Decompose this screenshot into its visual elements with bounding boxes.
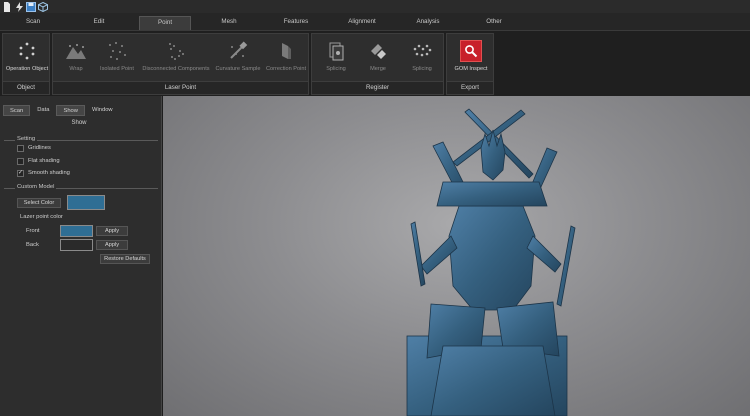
curvature-sample-button[interactable]: Curvature Sample <box>213 38 263 80</box>
front-color-swatch[interactable] <box>60 225 93 237</box>
view-cube-icon[interactable] <box>38 1 48 12</box>
merge-icon <box>367 40 389 62</box>
side-panel: Scan Data Show Window Show Setting Gridl… <box>0 96 162 416</box>
new-file-icon[interactable] <box>2 1 12 12</box>
merge-label: Merge <box>370 66 386 72</box>
disconnected-components-icon <box>165 40 187 62</box>
splicing-points-icon <box>411 40 433 62</box>
ribbon: Operation Object Object Wrap Isolated Po… <box>0 30 750 96</box>
gom-inspect-label: GOM Inspect <box>454 66 488 72</box>
3d-viewport[interactable] <box>163 96 750 416</box>
select-color-button[interactable]: Select Color <box>17 198 61 208</box>
splicing-button-2[interactable]: Splicing <box>402 38 442 80</box>
tab-mesh[interactable]: Mesh <box>217 16 241 30</box>
flat-shading-checkbox[interactable] <box>17 158 24 165</box>
correction-point-button[interactable]: Correction Point <box>264 38 308 80</box>
splicing-label: Splicing <box>326 66 346 72</box>
ribbon-group-object: Operation Object Object <box>2 33 50 95</box>
back-apply-button[interactable]: Apply <box>96 240 128 250</box>
tab-analysis[interactable]: Analysis <box>413 16 443 30</box>
laser-point-color-label: Lazer point color <box>20 214 63 220</box>
isolated-point-button[interactable]: Isolated Point <box>97 38 137 80</box>
panel-tab-data[interactable]: Data <box>31 105 56 116</box>
tab-scan[interactable]: Scan <box>22 16 44 30</box>
disconnected-components-button[interactable]: Disconnected Components <box>141 38 211 80</box>
operation-object-label: Operation Object <box>5 66 49 72</box>
disconnected-components-label: Disconnected Components <box>142 66 210 72</box>
ribbon-tab-bar: Scan Edit Point Mesh Features Alignment … <box>0 13 750 30</box>
correction-point-label: Correction Point <box>265 66 307 72</box>
splicing-icon <box>325 40 347 62</box>
operation-object-button[interactable]: Operation Object <box>3 38 51 80</box>
lightning-icon[interactable] <box>14 1 24 12</box>
tab-other[interactable]: Other <box>482 16 506 30</box>
front-apply-button[interactable]: Apply <box>96 226 128 236</box>
magnifier-icon <box>460 40 482 62</box>
merge-button[interactable]: Merge <box>358 38 398 80</box>
gom-inspect-button[interactable]: GOM Inspect <box>447 38 495 80</box>
panel-tab-show[interactable]: Show <box>56 105 85 116</box>
group-label-register: Register <box>312 81 443 94</box>
smooth-shading-label: Smooth shading <box>28 170 70 176</box>
statue-model <box>406 108 576 416</box>
isolated-point-label: Isolated Point <box>100 66 134 72</box>
panel-tab-scan[interactable]: Scan <box>3 105 31 116</box>
gridlines-checkbox[interactable] <box>17 145 24 152</box>
isolated-point-icon <box>106 40 128 62</box>
save-icon[interactable] <box>26 1 36 12</box>
back-color-swatch[interactable] <box>60 239 93 251</box>
setting-section-label: Setting <box>15 136 38 142</box>
restore-defaults-button[interactable]: Restore Defaults <box>100 254 150 264</box>
group-label-laser-point: Laser Point <box>53 81 308 94</box>
ribbon-group-register: Splicing Merge Splicing Register <box>311 33 444 95</box>
group-label-object: Object <box>3 81 49 94</box>
tab-point[interactable]: Point <box>139 16 191 30</box>
operation-object-icon <box>16 40 38 62</box>
correction-point-icon <box>275 40 297 62</box>
wrap-label: Wrap <box>69 66 83 72</box>
front-label: Front <box>26 228 40 234</box>
flat-shading-label: Flat shading <box>28 158 60 164</box>
curvature-sample-label: Curvature Sample <box>215 66 261 72</box>
smooth-shading-checkbox[interactable]: ✓ <box>17 170 24 177</box>
panel-tabs: Scan Data Show Window <box>3 105 119 116</box>
panel-title: Show <box>71 120 87 126</box>
gridlines-label: Gridlines <box>28 145 51 151</box>
group-label-export: Export <box>447 81 493 94</box>
wrap-icon <box>65 40 87 62</box>
tab-alignment[interactable]: Alignment <box>344 16 380 30</box>
splicing-2-label: Splicing <box>412 66 432 72</box>
custom-model-section-label: Custom Model <box>15 184 57 190</box>
ribbon-group-laser-point: Wrap Isolated Point Disconnected Compone… <box>52 33 309 95</box>
back-label: Back <box>26 242 39 248</box>
panel-tab-window[interactable]: Window <box>85 105 119 116</box>
wrap-button[interactable]: Wrap <box>57 38 95 80</box>
tab-edit[interactable]: Edit <box>88 16 110 30</box>
tab-features[interactable]: Features <box>280 16 312 30</box>
ribbon-group-export: GOM Inspect Export <box>446 33 494 95</box>
model-color-swatch[interactable] <box>67 195 105 210</box>
quick-access-toolbar <box>0 0 750 13</box>
curvature-sample-icon <box>227 40 249 62</box>
gom-inspect-icon-wrap <box>460 40 482 62</box>
splicing-button[interactable]: Splicing <box>316 38 356 80</box>
